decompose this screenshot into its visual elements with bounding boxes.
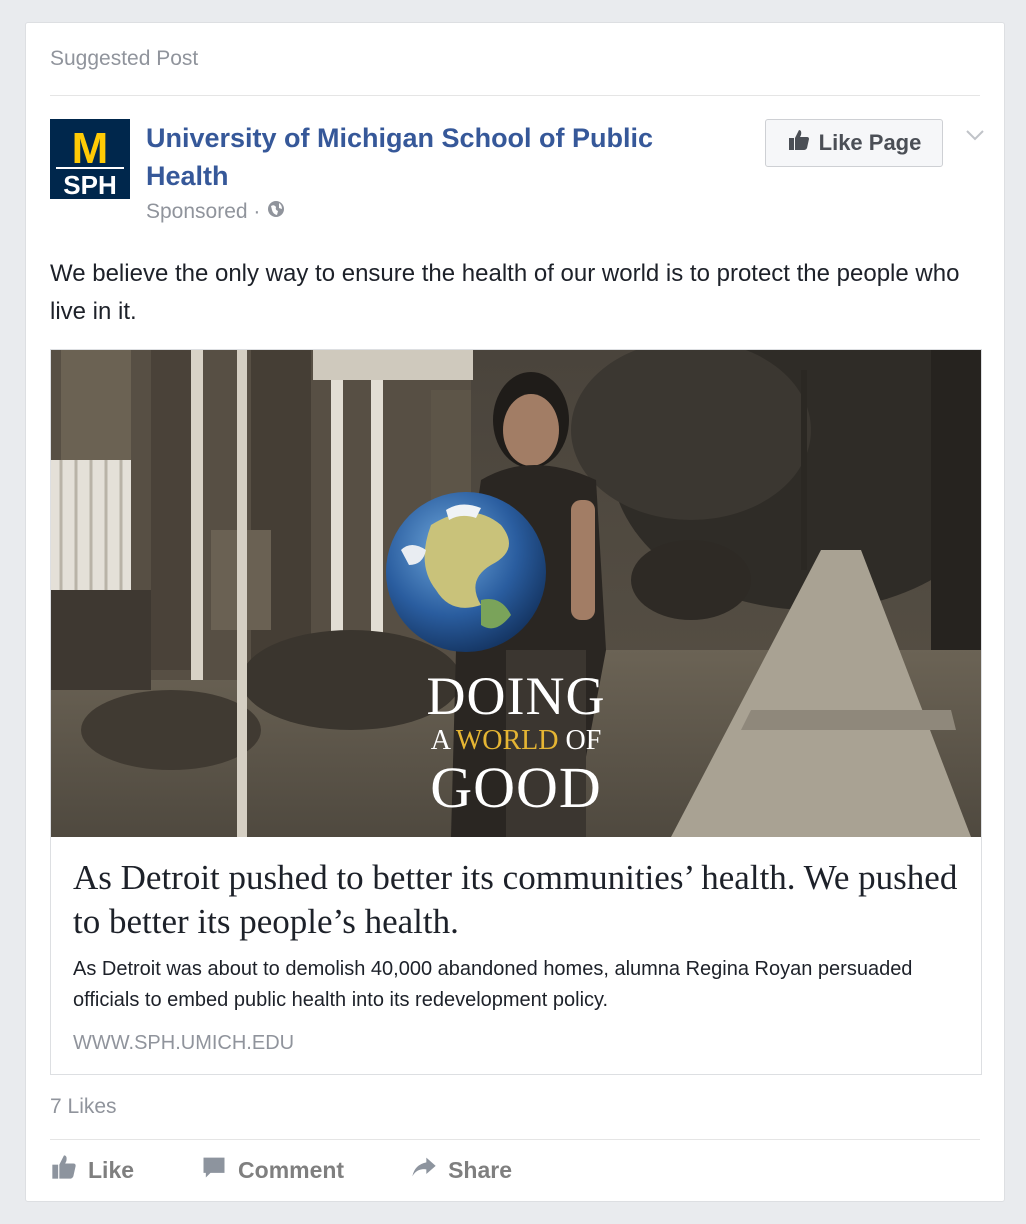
header-divider [50, 95, 980, 96]
svg-text:SPH: SPH [63, 170, 116, 199]
overlay-line-world: A WORLD OF [430, 725, 602, 756]
like-page-button[interactable]: Like Page [765, 119, 943, 167]
thumbs-up-icon [50, 1153, 78, 1187]
share-button[interactable]: Share [410, 1153, 512, 1187]
thumbs-up-icon [787, 128, 811, 158]
action-bar: Like Comment Share [50, 1153, 578, 1187]
link-preview[interactable]: DOING A WORLD OF GOOD As Detroit pushed … [50, 349, 982, 1075]
overlay-line-good: GOOD [430, 755, 602, 820]
link-domain: WWW.SPH.UMICH.EDU [73, 1032, 295, 1054]
sponsored-meta: Sponsored · [146, 199, 286, 225]
sponsored-label: Sponsored · [146, 200, 261, 223]
page-name-link[interactable]: University of Michigan School of Public … [146, 119, 706, 195]
likes-count[interactable]: 7 Likes [50, 1095, 117, 1119]
comment-icon [200, 1153, 228, 1187]
share-label: Share [448, 1156, 513, 1183]
link-description: As Detroit was about to demolish 40,000 … [73, 958, 913, 1011]
comment-button[interactable]: Comment [200, 1153, 344, 1187]
like-label: Like [88, 1156, 135, 1183]
suggested-post-label: Suggested Post [50, 47, 199, 70]
suggested-post-card: Suggested Post M SPH University of Michi… [25, 22, 1005, 1202]
like-button[interactable]: Like [50, 1153, 134, 1187]
like-page-label: Like Page [818, 130, 922, 155]
comment-label: Comment [238, 1156, 345, 1183]
link-image[interactable]: DOING A WORLD OF GOOD [51, 350, 981, 837]
globe-icon [266, 199, 286, 225]
chevron-down-icon[interactable] [963, 123, 987, 147]
image-overlay-text: DOING A WORLD OF GOOD [409, 668, 623, 818]
overlay-line-doing: DOING [426, 666, 606, 726]
post-text: We believe the only way to ensure the he… [50, 260, 960, 325]
page-logo[interactable]: M SPH [50, 119, 130, 199]
share-arrow-icon [410, 1153, 438, 1187]
link-headline[interactable]: As Detroit pushed to better its communit… [73, 856, 963, 944]
footer-divider [50, 1139, 980, 1140]
svg-text:M: M [72, 124, 109, 173]
